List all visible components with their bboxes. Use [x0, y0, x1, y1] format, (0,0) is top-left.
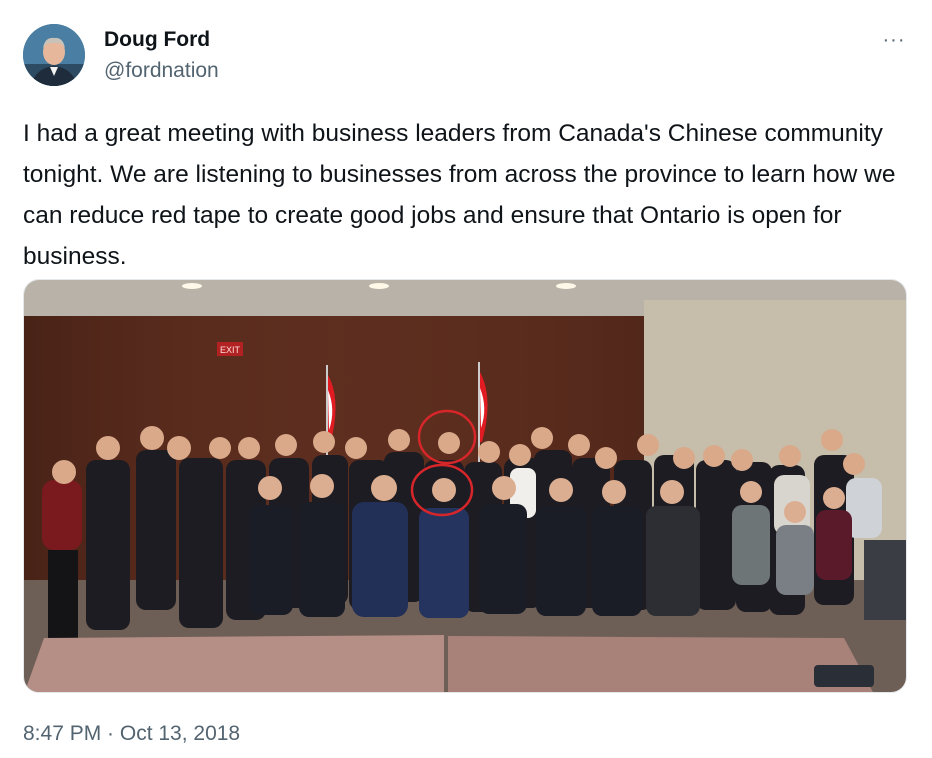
tweet-timestamp[interactable]: 8:47 PM · Oct 13, 2018 [23, 722, 240, 746]
author-name[interactable]: Doug Ford [104, 28, 210, 52]
more-dots-icon[interactable]: ··· [880, 28, 908, 52]
avatar-photo [23, 24, 85, 86]
author-handle[interactable]: @fordnation [104, 59, 219, 83]
tweet-photo[interactable]: EXIT [23, 279, 907, 693]
tweet-text: I had a great meeting with business lead… [23, 120, 896, 270]
exit-sign: EXIT [220, 345, 241, 355]
author-avatar[interactable] [23, 24, 85, 86]
